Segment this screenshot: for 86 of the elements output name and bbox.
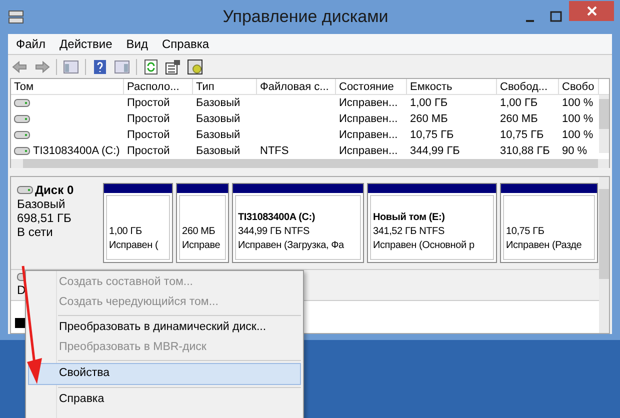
- table-cell-text: Простой: [127, 144, 170, 159]
- drive-icon: [14, 99, 30, 107]
- table-cell-text: 90 %: [562, 144, 588, 159]
- disk-name: D: [17, 283, 26, 297]
- column-header[interactable]: Состояние: [336, 79, 407, 94]
- panel-icon[interactable]: [114, 58, 130, 74]
- disk-status: В сети: [17, 225, 54, 239]
- disk-name: Диск 0: [35, 183, 74, 197]
- table-cell-text: NTFS: [260, 144, 289, 159]
- table-cell-text: 344,99 ГБ: [410, 144, 460, 159]
- table-cell-text: 10,75 ГБ: [410, 128, 454, 143]
- partition-size: 344,99 ГБ NTFS: [238, 225, 310, 239]
- partition-status: Исправен (: [109, 239, 160, 253]
- vertical-scrollbar[interactable]: [599, 95, 609, 153]
- table-cell-text: Исправен...: [339, 144, 398, 159]
- table-cell-text: 260 МБ: [500, 112, 538, 127]
- table-cell-text: Базовый: [196, 112, 240, 127]
- partition[interactable]: TI31083400A (C:) 344,99 ГБ NTFS Исправен (Загрузка, Фа: [232, 183, 364, 263]
- partition-header-bar: [104, 184, 172, 193]
- table-cell-text: 100 %: [562, 128, 594, 143]
- disk-app-icon: [8, 9, 24, 25]
- menu-item[interactable]: Справка: [28, 390, 301, 410]
- menu-item[interactable]: Файл: [16, 35, 46, 53]
- close-icon: [586, 6, 596, 16]
- partition-size: 1,00 ГБ: [109, 225, 143, 239]
- forward-arrow-icon[interactable]: [34, 58, 50, 74]
- help-icon[interactable]: [92, 58, 108, 74]
- table-cell-text: Простой: [127, 128, 170, 143]
- column-header[interactable]: Емкость: [407, 79, 497, 94]
- window-title: Управление дисками: [222, 6, 390, 28]
- table-cell-text: 260 МБ: [410, 112, 448, 127]
- properties-icon[interactable]: [165, 58, 181, 74]
- table-cell-text: Исправен...: [339, 96, 398, 111]
- menu-item[interactable]: Справка: [162, 35, 210, 53]
- drive-icon: [17, 186, 33, 194]
- legend-swatch: [15, 318, 25, 328]
- panel-icon[interactable]: [63, 58, 79, 74]
- table-cell-text: 100 %: [562, 96, 594, 111]
- table-cell-text: Базовый: [196, 96, 240, 111]
- partition-size: 341,52 ГБ NTFS: [373, 225, 446, 239]
- partition-status: Исправен (Загрузка, Фа: [238, 239, 345, 253]
- refresh-icon[interactable]: [143, 58, 159, 74]
- partition-status: Исправе: [182, 239, 222, 253]
- column-header[interactable]: Файловая с...: [257, 79, 336, 94]
- table-cell-text: 1,00 ГБ: [410, 96, 448, 111]
- table-cell-text: 1,00 ГБ: [500, 96, 538, 111]
- column-header[interactable]: Располо...: [124, 79, 193, 94]
- column-header[interactable]: Том: [11, 79, 124, 94]
- drive-icon: [14, 131, 30, 139]
- close-button[interactable]: [569, 1, 614, 21]
- partition[interactable]: 10,75 ГБ Исправен (Разде: [500, 183, 598, 263]
- column-header[interactable]: Свобод...: [497, 79, 559, 94]
- partition-label: Новый том (E:): [373, 211, 446, 225]
- table-cell-text: Простой: [127, 96, 170, 111]
- table-cell-text: Базовый: [196, 144, 240, 159]
- column-header[interactable]: Тип: [193, 79, 257, 94]
- partition[interactable]: Новый том (E:) 341,52 ГБ NTFS Исправен (Основной р: [367, 183, 497, 263]
- table-cell-text: 100 %: [562, 112, 594, 127]
- partition-header-bar: [177, 184, 228, 193]
- menu-item[interactable]: Действие: [60, 35, 112, 53]
- partition-status: Исправен (Разде: [506, 239, 583, 253]
- partition[interactable]: 1,00 ГБ Исправен (: [103, 183, 173, 263]
- disk-type: Базовый: [17, 197, 66, 211]
- table-cell-text: Простой: [127, 112, 170, 127]
- horizontal-scrollbar[interactable]: [11, 159, 609, 168]
- vertical-scrollbar[interactable]: [599, 177, 609, 333]
- drive-icon: [14, 115, 30, 123]
- menu-item[interactable]: Преобразовать в динамический диск...: [28, 318, 301, 338]
- table-cell-text: Исправен...: [339, 112, 398, 127]
- partition[interactable]: 260 МБ Исправе: [176, 183, 229, 263]
- menu-item[interactable]: Вид: [126, 35, 148, 53]
- settings-icon[interactable]: [187, 58, 203, 74]
- partition-status: Исправен (Основной р: [373, 239, 476, 253]
- partition-size: 260 МБ: [182, 225, 216, 239]
- back-arrow-icon[interactable]: [12, 58, 28, 74]
- table-cell-text: 310,88 ГБ: [500, 144, 550, 159]
- disk-size: 698,51 ГБ: [17, 211, 72, 225]
- column-header[interactable]: Свобо: [559, 79, 599, 94]
- drive-icon: [14, 147, 30, 155]
- table-cell-text: Исправен...: [339, 128, 398, 143]
- table-cell-text: 10,75 ГБ: [500, 128, 544, 143]
- partition-label: TI31083400A (C:): [238, 211, 316, 225]
- table-cell-text: Базовый: [196, 128, 240, 143]
- partition-size: 10,75 ГБ: [506, 225, 546, 239]
- menu-item[interactable]: Свойства: [28, 363, 301, 385]
- table-cell-text: TI31083400A (C:): [33, 144, 120, 159]
